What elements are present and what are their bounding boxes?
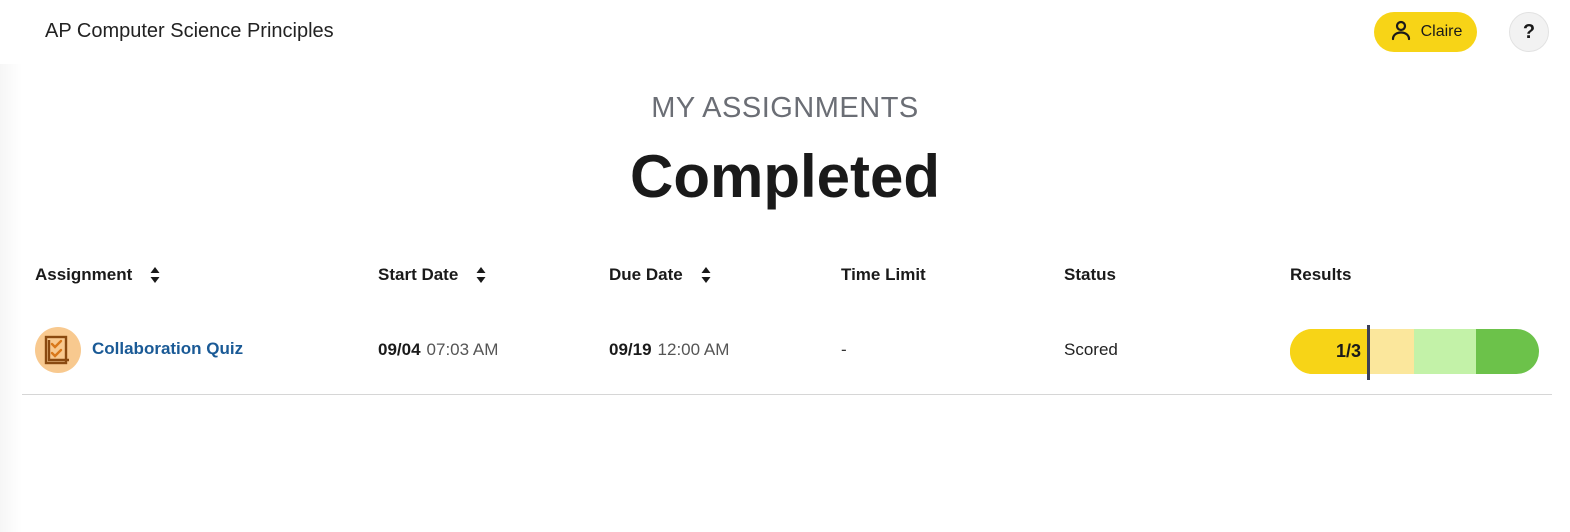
- user-icon: [1389, 18, 1413, 47]
- page-eyebrow: MY ASSIGNMENTS: [651, 92, 919, 124]
- top-bar: AP Computer Science Principles Claire ?: [0, 0, 1570, 64]
- score-marker: [1367, 325, 1370, 380]
- result-level-3: [1414, 329, 1476, 374]
- start-date: 09/04 07:03 AM: [378, 340, 498, 360]
- user-menu-button[interactable]: Claire: [1374, 12, 1477, 52]
- sort-icon[interactable]: [701, 266, 711, 284]
- start-date-time: 07:03 AM: [426, 340, 499, 359]
- page-title: Completed: [629, 143, 941, 210]
- column-header-start-date[interactable]: Start Date: [378, 265, 486, 285]
- column-header-status: Status: [1064, 265, 1116, 285]
- time-limit: -: [841, 340, 847, 359]
- help-button[interactable]: ?: [1509, 12, 1549, 52]
- result-level-4: [1476, 329, 1539, 374]
- column-header-label: Time Limit: [841, 265, 926, 284]
- column-header-label: Due Date: [609, 265, 683, 284]
- column-header-time-limit: Time Limit: [841, 265, 926, 285]
- column-header-label: Assignment: [35, 265, 133, 284]
- column-header-results: Results: [1290, 265, 1351, 285]
- sort-icon[interactable]: [150, 266, 160, 284]
- course-title: AP Computer Science Principles: [45, 20, 334, 42]
- column-header-label: Results: [1290, 265, 1352, 284]
- due-date: 09/19 12:00 AM: [609, 340, 729, 360]
- quiz-checklist-icon: [35, 327, 81, 373]
- score-text: 1/3: [1335, 341, 1361, 361]
- sort-icon[interactable]: [476, 266, 486, 284]
- column-header-label: Start Date: [378, 265, 459, 284]
- assignment-link[interactable]: Collaboration Quiz: [92, 339, 243, 359]
- user-name: Claire: [1420, 23, 1463, 40]
- start-date-day: 09/04: [378, 340, 421, 359]
- table-row[interactable]: Collaboration Quiz 09/04 07:03 AM 09/19 12…: [22, 310, 1552, 395]
- due-date-time: 12:00 AM: [657, 340, 730, 359]
- column-header-label: Status: [1064, 265, 1116, 284]
- column-header-assignment[interactable]: Assignment: [35, 265, 160, 285]
- status-text: Scored: [1064, 340, 1118, 359]
- due-date-day: 09/19: [609, 340, 652, 359]
- column-header-due-date[interactable]: Due Date: [609, 265, 711, 285]
- side-shadow: [0, 64, 22, 532]
